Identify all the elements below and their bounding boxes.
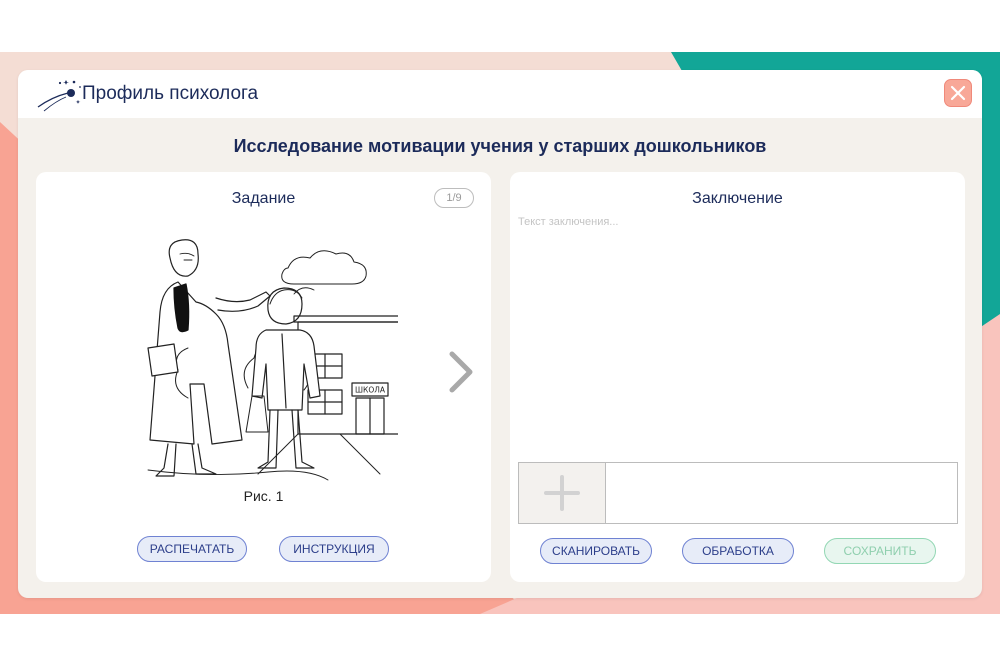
page-counter-badge: 1/9 <box>434 188 474 208</box>
save-button[interactable]: СОХРАНИТЬ <box>824 538 936 564</box>
process-button[interactable]: ОБРАБОТКА <box>682 538 794 564</box>
conclusion-panel: Заключение Текст заключения... СКАНИРОВА… <box>510 172 965 582</box>
chevron-right-icon[interactable] <box>446 350 476 394</box>
app-title: Профиль психолога <box>82 83 259 104</box>
instruction-button[interactable]: ИНСТРУКЦИЯ <box>279 536 389 562</box>
title-bar: Профиль психолога <box>18 70 982 118</box>
page-title: Исследование мотивации учения у старших … <box>233 136 767 156</box>
attachment-field[interactable] <box>606 462 958 524</box>
conclusion-textarea[interactable]: Текст заключения... <box>518 216 948 446</box>
app-window: Профиль психолога Исследование мотивации… <box>18 70 982 598</box>
close-button[interactable] <box>944 79 972 107</box>
conclusion-panel-title: Заключение <box>692 190 783 207</box>
close-icon <box>950 85 966 101</box>
add-attachment-button[interactable] <box>518 462 606 524</box>
scan-button[interactable]: СКАНИРОВАТЬ <box>540 538 652 564</box>
logo-icon <box>37 80 81 112</box>
task-panel-title: Задание <box>231 190 296 207</box>
print-button[interactable]: РАСПЕЧАТАТЬ <box>137 536 247 562</box>
task-illustration: ШКОЛА <box>147 239 398 481</box>
figure-caption: Рис. 1 <box>243 488 284 504</box>
task-panel: Задание 1/9 ШКОЛА Рис. 1 РАСПЕЧАТАТЬ ИНС… <box>36 172 491 582</box>
school-sign-text: ШКОЛА <box>355 386 386 395</box>
plus-icon <box>544 475 580 511</box>
